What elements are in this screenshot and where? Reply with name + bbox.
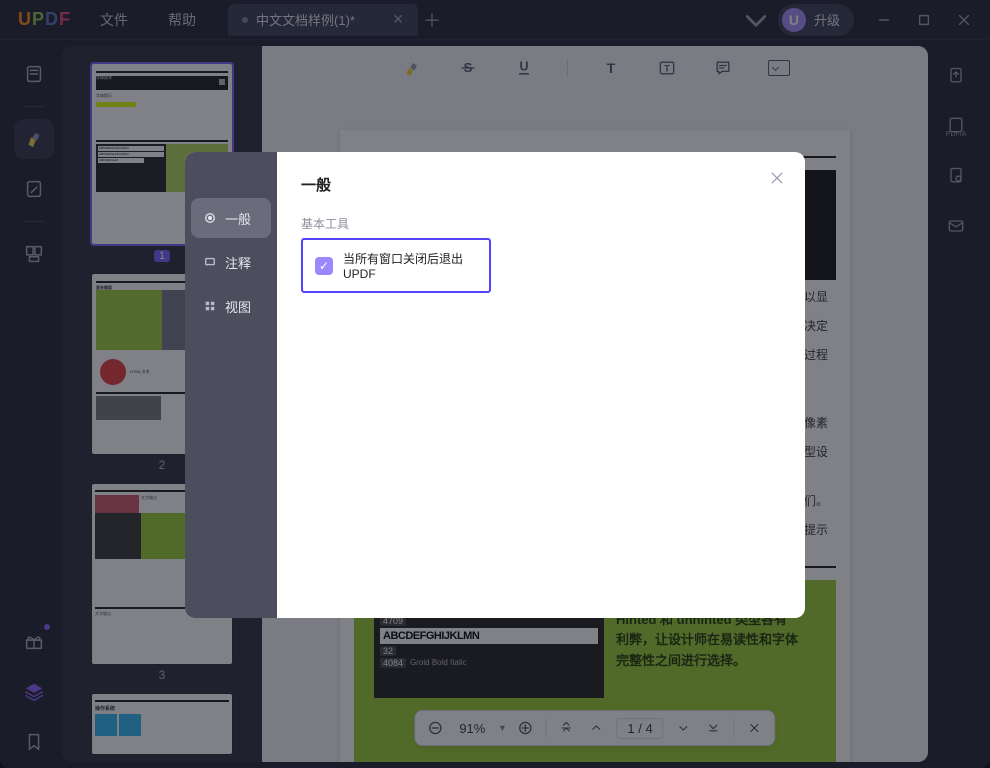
comment-icon [203,255,217,269]
modal-close-button[interactable] [763,164,791,192]
settings-tab-comment[interactable]: 注释 [191,242,271,282]
settings-title: 一般 [301,174,781,195]
radio-selected-icon [203,211,217,225]
settings-modal: 一般 注释 视图 一般 基本工具 ✓ 当所有窗口关闭后退出 UPDF [185,152,805,618]
setting-exit-on-close[interactable]: ✓ 当所有窗口关闭后退出 UPDF [301,238,491,293]
settings-tab-general[interactable]: 一般 [191,198,271,238]
settings-tab-label: 一般 [225,209,251,228]
settings-sidebar: 一般 注释 视图 [185,152,277,618]
settings-tab-view[interactable]: 视图 [191,286,271,326]
settings-modal-backdrop[interactable]: 一般 注释 视图 一般 基本工具 ✓ 当所有窗口关闭后退出 UPDF [0,0,990,768]
settings-body: 一般 基本工具 ✓ 当所有窗口关闭后退出 UPDF [277,152,805,618]
settings-tab-label: 视图 [225,297,251,316]
checkbox-checked-icon[interactable]: ✓ [315,257,333,275]
grid-icon [203,299,217,313]
settings-tab-label: 注释 [225,253,251,272]
settings-section-label: 基本工具 [301,215,781,232]
setting-label: 当所有窗口关闭后退出 UPDF [343,250,477,281]
